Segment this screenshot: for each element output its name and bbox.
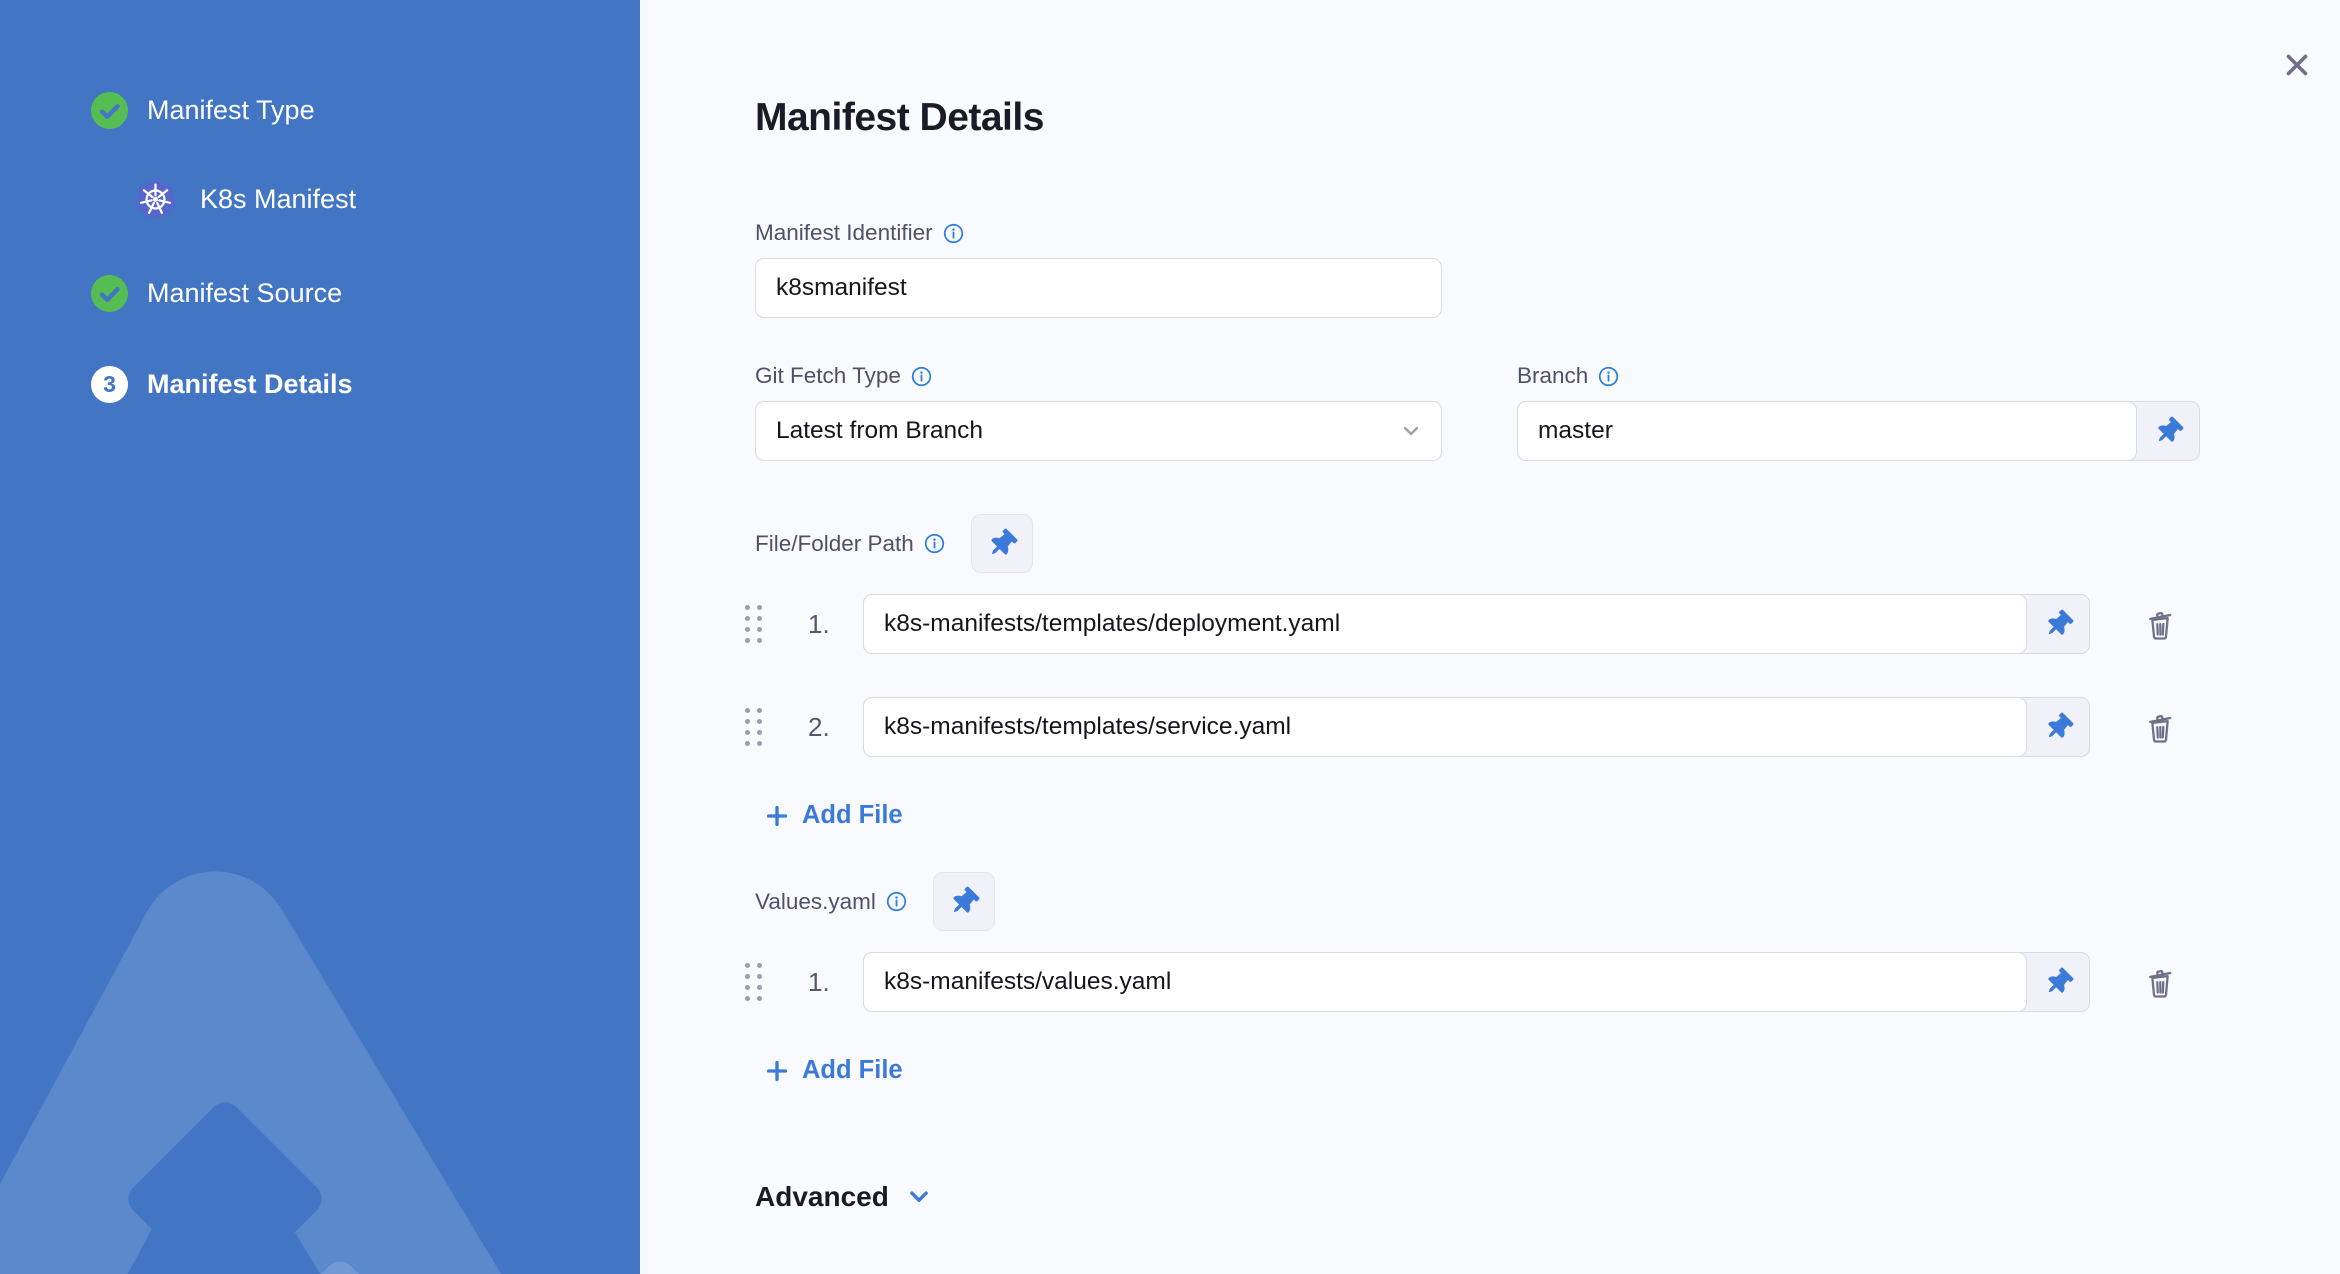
- values-yaml-label: Values.yaml: [755, 888, 876, 914]
- file-path-input-group: [863, 697, 2090, 757]
- chevron-down-icon: [1399, 419, 1423, 443]
- close-icon: [2280, 48, 2314, 82]
- file-path-row: 2.: [745, 697, 2340, 757]
- values-path-input-1[interactable]: [863, 952, 2027, 1012]
- info-icon[interactable]: [924, 533, 945, 554]
- manifest-identifier-label: Manifest Identifier: [755, 220, 933, 245]
- close-button[interactable]: [2276, 44, 2318, 86]
- step-manifest-type[interactable]: Manifest Type: [91, 92, 610, 129]
- check-icon: [91, 92, 128, 129]
- k8s-icon: [134, 178, 177, 221]
- check-icon: [91, 275, 128, 312]
- plus-icon: [765, 1059, 789, 1083]
- pin-button[interactable]: [932, 872, 995, 931]
- step-label: Manifest Type: [147, 95, 315, 125]
- git-fetch-type-select[interactable]: Latest from Branch: [755, 401, 1442, 461]
- file-path-input-1[interactable]: [863, 594, 2027, 654]
- plus-icon: [765, 804, 789, 828]
- manifest-wizard-dialog: Manifest Type K8s Manifest Manifest Sour…: [0, 0, 2340, 1274]
- row-number: 2.: [808, 711, 830, 742]
- info-icon[interactable]: [1598, 366, 1619, 387]
- branch-input[interactable]: [1517, 401, 2137, 461]
- pin-icon: [2041, 965, 2075, 999]
- page-title: Manifest Details: [755, 96, 1044, 139]
- values-path-row: 1.: [745, 952, 2340, 1012]
- trash-icon: [2142, 606, 2178, 642]
- wizard-steps: Manifest Type K8s Manifest Manifest Sour…: [91, 92, 610, 403]
- info-icon[interactable]: [886, 891, 907, 912]
- step-label: Manifest Source: [147, 278, 343, 308]
- info-icon[interactable]: [943, 223, 964, 244]
- advanced-label: Advanced: [755, 1181, 889, 1212]
- step-manifest-details[interactable]: 3 Manifest Details: [91, 366, 610, 403]
- info-icon[interactable]: [911, 366, 932, 387]
- drag-handle[interactable]: [745, 708, 762, 746]
- branch-label: Branch: [1517, 363, 1589, 388]
- select-value: Latest from Branch: [776, 417, 983, 444]
- add-file-button[interactable]: Add File: [765, 1056, 903, 1085]
- manifest-identifier-field: Manifest Identifier: [755, 220, 1442, 318]
- pin-icon: [2151, 414, 2185, 448]
- drag-handle[interactable]: [745, 605, 762, 643]
- file-path-row: 1.: [745, 594, 2340, 654]
- values-yaml-header: Values.yaml: [755, 872, 2340, 931]
- trash-icon: [2142, 709, 2178, 745]
- row-number: 1.: [808, 608, 830, 639]
- add-file-label: Add File: [802, 801, 903, 829]
- values-path-input-group: [863, 952, 2090, 1012]
- file-folder-path-header: File/Folder Path: [755, 514, 2340, 573]
- file-folder-path-label: File/Folder Path: [755, 530, 914, 556]
- add-file-label: Add File: [802, 1056, 903, 1084]
- pin-icon: [984, 526, 1019, 561]
- trash-icon: [2142, 964, 2178, 1000]
- pin-button[interactable]: [2137, 402, 2199, 460]
- harness-watermark: [0, 871, 502, 1274]
- step-number-badge: 3: [91, 366, 128, 403]
- advanced-toggle[interactable]: Advanced: [755, 1181, 932, 1213]
- step-label: Manifest Details: [147, 369, 353, 399]
- delete-file-button[interactable]: [2142, 964, 2178, 1000]
- delete-file-button[interactable]: [2142, 606, 2178, 642]
- pin-button[interactable]: [2027, 698, 2089, 756]
- drag-handle[interactable]: [745, 963, 762, 1001]
- branch-field: Branch: [1517, 363, 2200, 461]
- delete-file-button[interactable]: [2142, 709, 2178, 745]
- git-fetch-type-field: Git Fetch Type Latest from Branch: [755, 363, 1442, 461]
- file-path-input-2[interactable]: [863, 697, 2027, 757]
- pin-button[interactable]: [970, 514, 1033, 573]
- step-k8s-manifest[interactable]: K8s Manifest: [134, 178, 610, 221]
- add-file-button[interactable]: Add File: [765, 801, 903, 830]
- branch-input-group: [1517, 401, 2200, 461]
- row-number: 1.: [808, 966, 830, 997]
- step-label: K8s Manifest: [200, 184, 357, 214]
- chevron-down-icon: [906, 1184, 932, 1210]
- git-fetch-type-label: Git Fetch Type: [755, 363, 901, 388]
- fetch-branch-row: Git Fetch Type Latest from Branch Branch…: [755, 363, 2340, 461]
- pin-icon: [2041, 607, 2075, 641]
- manifest-details-panel: Manifest Details Manifest Identifier Gi: [640, 0, 2340, 1274]
- pin-icon: [2041, 710, 2075, 744]
- file-path-input-group: [863, 594, 2090, 654]
- pin-button[interactable]: [2027, 595, 2089, 653]
- step-manifest-source[interactable]: Manifest Source: [91, 275, 610, 312]
- pin-button[interactable]: [2027, 953, 2089, 1011]
- wizard-sidebar: Manifest Type K8s Manifest Manifest Sour…: [0, 0, 640, 1274]
- pin-icon: [946, 884, 981, 919]
- manifest-identifier-input[interactable]: [755, 258, 1442, 318]
